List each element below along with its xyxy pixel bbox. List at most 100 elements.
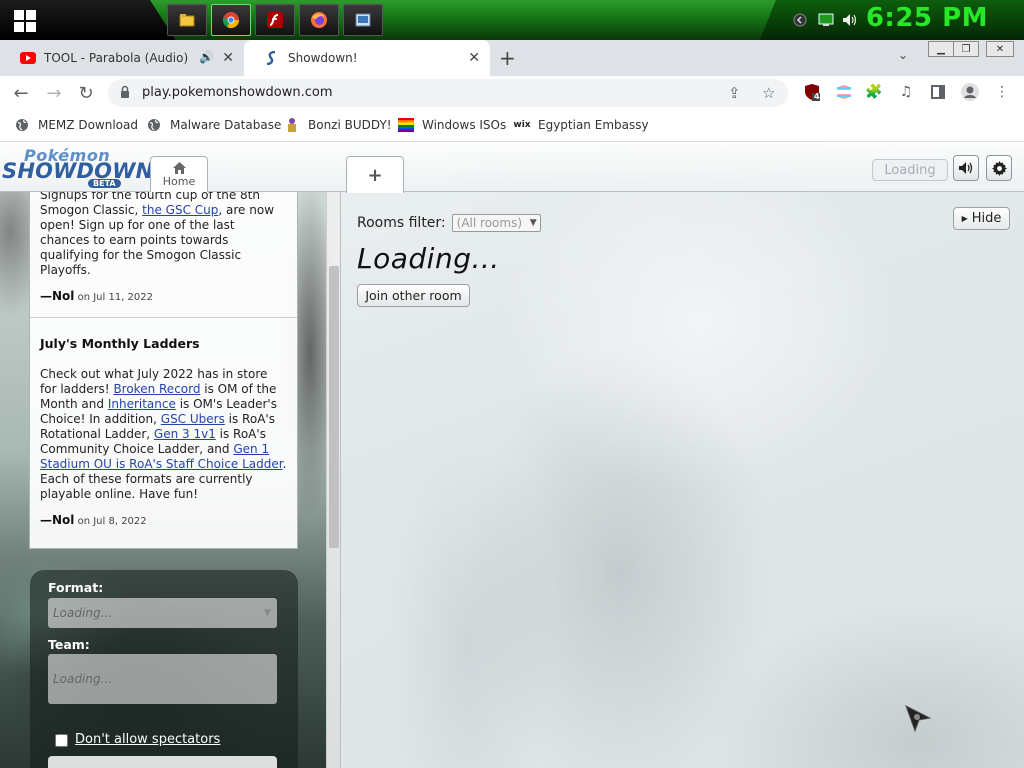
showdown-logo[interactable]: Pokémon SHOWDOWN BETA [2, 146, 153, 190]
news-link-gsc-cup[interactable]: the GSC Cup [142, 203, 218, 217]
windows-start-icon[interactable] [14, 10, 36, 32]
news-link-inheritance[interactable]: Inheritance [108, 397, 176, 411]
mouse-cursor-icon [905, 704, 932, 732]
bookmark-star-icon[interactable]: ☆ [762, 84, 775, 102]
dont-allow-spectators-checkbox[interactable] [55, 734, 68, 747]
news-item: July's Monthly Ladders Check out what Ju… [30, 336, 297, 529]
speaker-icon[interactable]: 🔊 [199, 50, 214, 64]
media-control-icon[interactable]: ♫ [896, 82, 916, 102]
browser-toolbar: ← → ↻ play.pokemonshowdown.com ⇪ ☆ 4 🧩 ♫… [0, 76, 1024, 110]
taskbar-clock[interactable]: 6:25 PM [866, 3, 988, 33]
network-monitor-icon[interactable] [816, 10, 836, 30]
news-link-gen3-1v1[interactable]: Gen 3 1v1 [154, 427, 216, 441]
chrome-icon[interactable] [211, 4, 251, 36]
bookmark-label: Malware Database [170, 118, 282, 132]
rooms-filter-value: (All rooms) [456, 216, 523, 230]
media-player-icon[interactable] [343, 4, 383, 36]
tab-search-chevron-icon[interactable]: ⌄ [898, 48, 908, 62]
news-item: Signups for the fourth cup of the 8th Sm… [30, 192, 297, 305]
back-arrow-icon[interactable]: ← [10, 82, 32, 104]
restore-icon[interactable]: ❐ [953, 41, 979, 57]
bonzi-icon [284, 117, 300, 133]
rooms-filter-select[interactable]: (All rooms) ▼ [451, 214, 541, 232]
news-author: —Nol [40, 513, 75, 527]
minimize-icon[interactable]: ▁ [928, 41, 954, 57]
left-column-scrollbar[interactable] [326, 192, 340, 768]
news-date: on Jul 8, 2022 [77, 516, 147, 527]
showdown-header: Pokémon SHOWDOWN BETA Home + Loading [0, 142, 1024, 193]
globe-icon [14, 117, 30, 133]
volume-icon[interactable] [840, 10, 860, 30]
battle-button[interactable] [48, 756, 277, 768]
bookmark-label: Windows ISOs [422, 118, 507, 132]
join-other-room-button[interactable]: Join other room [357, 284, 470, 307]
news-body: Check out what July 2022 has in store fo… [40, 367, 287, 502]
flash-player-icon[interactable] [255, 4, 295, 36]
reload-icon[interactable]: ↻ [75, 82, 97, 104]
rooms-filter: Rooms filter: (All rooms) ▼ [357, 214, 541, 232]
news-byline: —Nol on Jul 8, 2022 [40, 513, 287, 529]
close-tab-icon[interactable]: ✕ [222, 50, 234, 66]
close-tab-icon[interactable]: ✕ [468, 50, 480, 66]
caret-right-icon: ▶ [961, 214, 968, 223]
main-menu-column: Signups for the fourth cup of the 8th Sm… [0, 192, 340, 768]
format-label: Format: [48, 580, 104, 595]
news-panel: Signups for the fourth cup of the 8th Sm… [29, 192, 298, 549]
bookmark-memz[interactable]: MEMZ Download [14, 117, 138, 133]
news-link-broken-record[interactable]: Broken Record [113, 382, 200, 396]
dont-allow-spectators-label[interactable]: Don't allow spectators [75, 732, 220, 747]
firefox-icon[interactable] [299, 4, 339, 36]
team-select-value: Loading... [53, 672, 112, 686]
window-close-icon[interactable]: ✕ [986, 41, 1014, 57]
bookmark-malware-db[interactable]: Malware Database [146, 117, 281, 133]
new-tab-icon[interactable]: + [499, 46, 516, 70]
team-select[interactable]: Loading... [48, 654, 277, 704]
speaker-icon [959, 162, 973, 174]
extension-badge: 4 [814, 92, 820, 101]
bookmark-windows-isos[interactable]: Windows ISOs [398, 117, 506, 133]
tab-youtube[interactable]: TOOL - Parabola (Audio) - Yo 🔊 ✕ [0, 40, 244, 76]
tab-title: TOOL - Parabola (Audio) - Yo [44, 51, 192, 65]
file-explorer-icon[interactable] [167, 4, 207, 36]
sound-button[interactable] [953, 155, 979, 181]
chevron-down-icon: ▼ [264, 608, 271, 618]
youtube-icon [20, 50, 36, 66]
hide-button-label: Hide [971, 211, 1002, 226]
username-loading-button[interactable]: Loading [872, 159, 948, 181]
rooms-filter-label: Rooms filter: [357, 215, 446, 231]
news-byline: —Nol on Jul 11, 2022 [40, 289, 287, 305]
pride-extension-icon[interactable] [834, 82, 854, 102]
share-icon[interactable]: ⇪ [728, 84, 741, 102]
lock-icon [121, 85, 129, 98]
format-select[interactable]: Loading... ▼ [48, 598, 277, 628]
home-tab[interactable]: Home [150, 156, 208, 193]
new-room-tab[interactable]: + [346, 156, 404, 193]
profile-avatar-icon[interactable] [960, 82, 980, 102]
options-button[interactable] [986, 155, 1012, 181]
news-link-gsc-ubers[interactable]: GSC Ubers [161, 412, 225, 426]
home-icon [172, 162, 186, 174]
bookmark-label: Egyptian Embassy [538, 118, 649, 132]
extensions-puzzle-icon[interactable]: 🧩 [864, 82, 884, 102]
news-author: —Nol [40, 289, 75, 303]
rooms-loading-text: Loading... [357, 242, 500, 275]
hide-button[interactable]: ▶ Hide [953, 207, 1010, 230]
forward-arrow-icon[interactable]: → [43, 82, 65, 104]
showdown-icon [264, 50, 280, 66]
chevron-down-icon: ▼ [529, 218, 537, 228]
back-tray-icon[interactable] [790, 10, 810, 30]
bookmark-egyptian-embassy[interactable]: wix Egyptian Embassy [513, 117, 649, 133]
team-label: Team: [48, 637, 90, 652]
bookmark-bonzi[interactable]: Bonzi BUDDY! [284, 117, 392, 133]
tab-showdown[interactable]: Showdown! ✕ [244, 40, 490, 76]
side-panel-icon[interactable] [928, 82, 948, 102]
scrollbar-thumb[interactable] [329, 266, 339, 548]
home-tab-label: Home [162, 175, 196, 188]
rainbow-flag-icon [398, 117, 414, 133]
news-body: Signups for the fourth cup of the 8th Sm… [40, 192, 287, 278]
kebab-menu-icon[interactable]: ⋮ [992, 82, 1012, 102]
ublock-origin-icon[interactable]: 4 [802, 82, 822, 102]
format-select-value: Loading... [53, 606, 112, 620]
url-text[interactable]: play.pokemonshowdown.com [142, 85, 333, 100]
address-bar[interactable]: play.pokemonshowdown.com ⇪ ☆ [108, 79, 788, 107]
